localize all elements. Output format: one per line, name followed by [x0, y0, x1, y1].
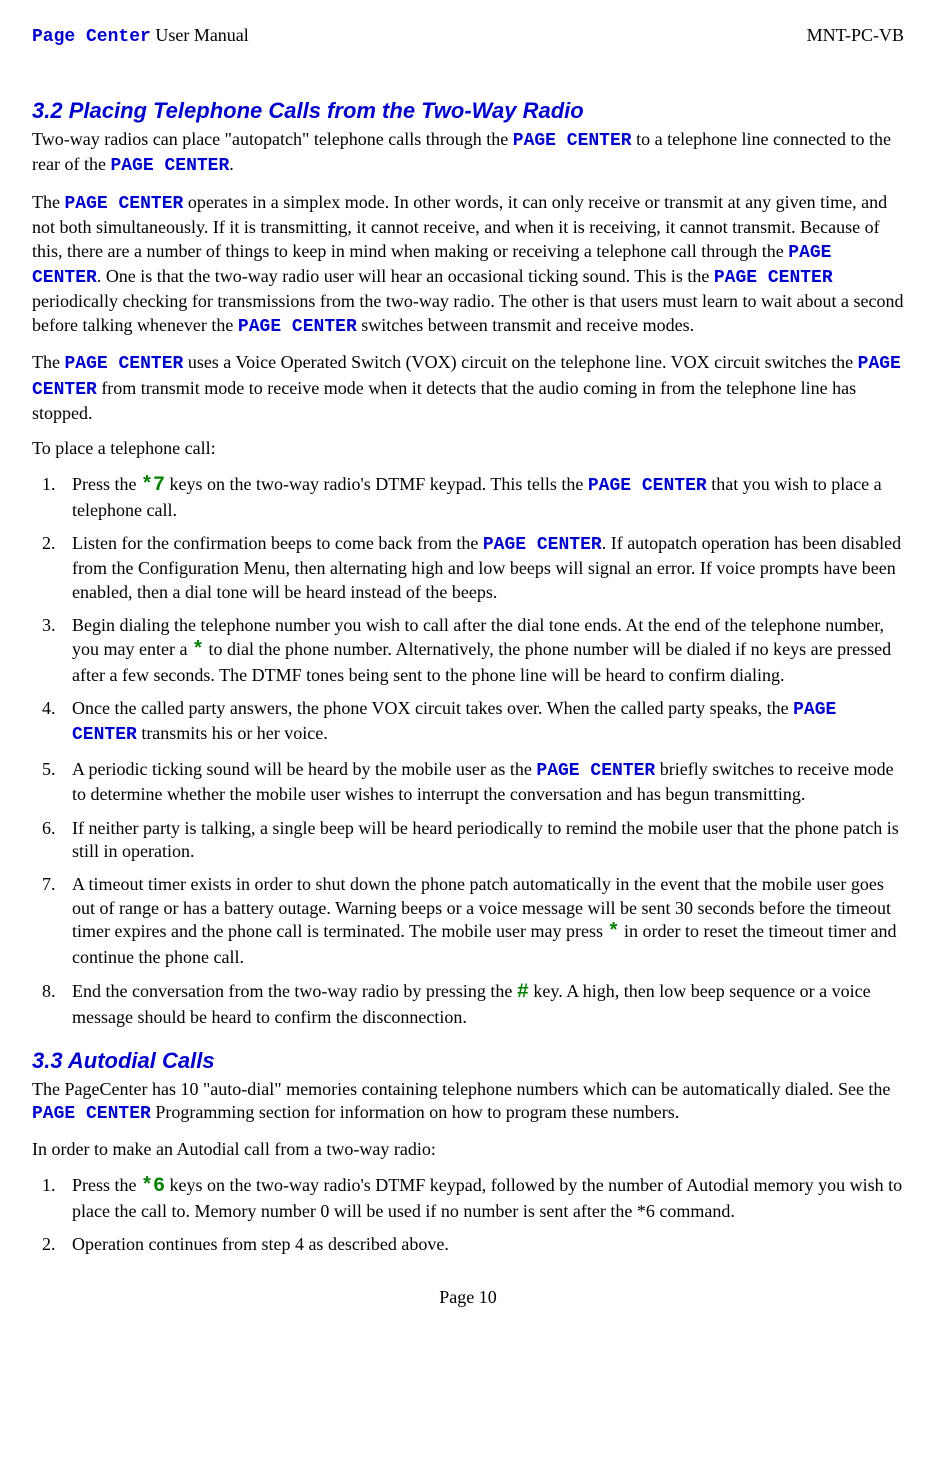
- list-item: Begin dialing the telephone number you w…: [60, 614, 904, 687]
- text: The: [32, 192, 64, 212]
- list-item: End the conversation from the two-way ra…: [60, 980, 904, 1029]
- section-3-3-heading: 3.3 Autodial Calls: [32, 1047, 904, 1076]
- page-center-term: PAGE CENTER: [238, 317, 357, 337]
- text: Programming section for information on h…: [151, 1102, 679, 1122]
- list-item: Operation continues from step 4 as descr…: [60, 1233, 904, 1256]
- s32-steps: Press the *7 keys on the two-way radio's…: [32, 473, 904, 1029]
- list-item: A timeout timer exists in order to shut …: [60, 873, 904, 969]
- list-item: Listen for the confirmation beeps to com…: [60, 532, 904, 604]
- s33-p1: The PageCenter has 10 "auto-dial" memori…: [32, 1078, 904, 1127]
- text: Press the: [72, 1175, 141, 1195]
- page-center-term: PAGE CENTER: [536, 761, 655, 781]
- section-3-2-heading: 3.2 Placing Telephone Calls from the Two…: [32, 97, 904, 126]
- text: Two-way radios can place "autopatch" tel…: [32, 129, 513, 149]
- keycode: *7: [141, 474, 165, 497]
- text: The PageCenter has 10 "auto-dial" memori…: [32, 1079, 890, 1099]
- text: . One is that the two-way radio user wil…: [97, 266, 714, 286]
- header-left: Page Center User Manual: [32, 24, 249, 49]
- text: from transmit mode to receive mode when …: [32, 378, 856, 423]
- text: Once the called party answers, the phone…: [72, 698, 793, 718]
- keycode: *: [608, 921, 620, 944]
- text: A periodic ticking sound will be heard b…: [72, 759, 536, 779]
- page-center-term: PAGE CENTER: [110, 156, 229, 176]
- page-header: Page Center User Manual MNT-PC-VB: [32, 24, 904, 49]
- page-center-term: PAGE CENTER: [64, 354, 183, 374]
- keycode: *6: [141, 1175, 165, 1198]
- s32-p1: Two-way radios can place "autopatch" tel…: [32, 128, 904, 179]
- page-center-term: PAGE CENTER: [588, 476, 707, 496]
- page-center-term: PAGE CENTER: [714, 268, 833, 288]
- list-item: If neither party is talking, a single be…: [60, 817, 904, 864]
- list-item: Once the called party answers, the phone…: [60, 697, 904, 748]
- s33-p2: In order to make an Autodial call from a…: [32, 1138, 904, 1161]
- s32-p4: To place a telephone call:: [32, 437, 904, 460]
- s33-steps: Press the *6 keys on the two-way radio's…: [32, 1174, 904, 1257]
- page-footer: Page 10: [32, 1286, 904, 1309]
- text: transmits his or her voice.: [137, 723, 328, 743]
- list-item: Press the *7 keys on the two-way radio's…: [60, 473, 904, 522]
- list-item: Press the *6 keys on the two-way radio's…: [60, 1174, 904, 1223]
- doc-id: MNT-PC-VB: [807, 24, 904, 49]
- page-center-term: PAGE CENTER: [513, 131, 632, 151]
- text: Press the: [72, 474, 141, 494]
- brand-name: Page Center: [32, 27, 151, 47]
- text: keys on the two-way radio's DTMF keypad.…: [165, 474, 588, 494]
- title-suffix: User Manual: [151, 25, 249, 45]
- text: .: [229, 154, 234, 174]
- s32-p2: The PAGE CENTER operates in a simplex mo…: [32, 191, 904, 339]
- text: switches between transmit and receive mo…: [357, 315, 694, 335]
- text: The: [32, 352, 64, 372]
- list-item: A periodic ticking sound will be heard b…: [60, 758, 904, 807]
- page-center-term: PAGE CENTER: [64, 194, 183, 214]
- text: uses a Voice Operated Switch (VOX) circu…: [183, 352, 857, 372]
- text: End the conversation from the two-way ra…: [72, 981, 517, 1001]
- text: keys on the two-way radio's DTMF keypad,…: [72, 1175, 902, 1221]
- text: Listen for the confirmation beeps to com…: [72, 533, 483, 553]
- keycode: *: [192, 639, 204, 662]
- s32-p3: The PAGE CENTER uses a Voice Operated Sw…: [32, 351, 904, 425]
- keycode: #: [517, 981, 529, 1004]
- page-center-term: PAGE CENTER: [483, 535, 602, 555]
- page-center-term: PAGE CENTER: [32, 1104, 151, 1124]
